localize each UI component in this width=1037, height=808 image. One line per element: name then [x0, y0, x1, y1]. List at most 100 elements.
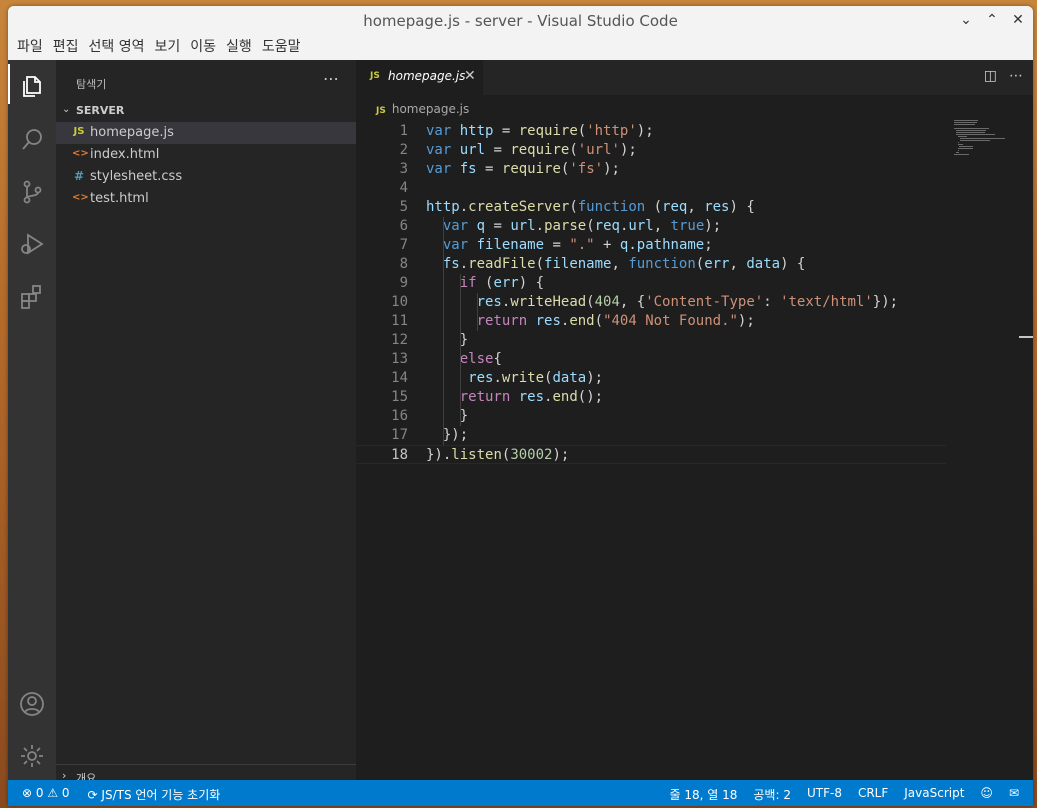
minimap-line	[956, 130, 986, 131]
line-number: 1	[399, 123, 408, 139]
minimap[interactable]	[952, 120, 1016, 160]
code-line[interactable]: 7 var filename = "." + q.pathname;	[356, 236, 946, 255]
menu-run[interactable]: 실행	[221, 36, 257, 60]
menu-file[interactable]: 파일	[12, 36, 48, 60]
code-line[interactable]: 6 var q = url.parse(req.url, true);	[356, 217, 946, 236]
js-file-icon: JS	[73, 126, 85, 137]
line-number: 16	[391, 408, 408, 424]
tab-label: homepage.js	[388, 69, 466, 83]
file-item-test-html[interactable]: <> test.html	[56, 188, 356, 210]
line-source: });	[426, 427, 469, 443]
account-icon[interactable]	[18, 690, 46, 718]
menu-bar: 파일 편집 선택 영역 보기 이동 실행 도움말	[8, 36, 1033, 60]
extensions-icon[interactable]	[18, 282, 46, 310]
line-source: res.write(data);	[468, 370, 604, 386]
line-source: var filename = "." + q.pathname;	[442, 237, 713, 253]
menu-go[interactable]: 이동	[185, 36, 221, 60]
breadcrumb[interactable]: JS homepage.js	[376, 102, 469, 116]
menu-help[interactable]: 도움말	[257, 36, 306, 60]
scrollbar-cursor-marker	[1019, 336, 1033, 338]
more-actions-icon[interactable]: ⋯	[323, 69, 340, 88]
code-line[interactable]: 2 var url = require('url');	[356, 141, 946, 160]
editor-area: JS homepage.js ✕ ◫ ⋯ JS homepage.js 1 var …	[356, 60, 1033, 780]
line-number: 8	[399, 256, 408, 272]
indent-guide	[443, 217, 444, 445]
explorer-sidebar: 탐색기 ⋯ ⌄ SERVER JS homepage.js <> index.h…	[56, 60, 356, 785]
code-line[interactable]: 16 }	[356, 407, 946, 426]
language-mode[interactable]: JavaScript	[904, 786, 964, 803]
code-line[interactable]: 4	[356, 179, 946, 198]
code-line[interactable]: 15 return res.end();	[356, 388, 946, 407]
line-number: 2	[399, 142, 408, 158]
cursor-position[interactable]: 줄 18, 열 18	[670, 786, 738, 803]
code-line[interactable]: 9 if (err) {	[356, 274, 946, 293]
vscode-window: homepage.js - server - Visual Studio Cod…	[8, 6, 1033, 806]
indent-guide	[460, 274, 461, 426]
line-source: var fs = require('fs');	[426, 161, 620, 177]
code-line[interactable]: 12 }	[356, 331, 946, 350]
close-tab-icon[interactable]: ✕	[464, 68, 476, 84]
line-source: }	[426, 332, 469, 348]
code-line[interactable]: 17 });	[356, 426, 946, 445]
language-init-status[interactable]: ⟳ JS/TS 언어 기능 초기화	[88, 786, 221, 803]
code-line[interactable]: 13 else{	[356, 350, 946, 369]
code-line[interactable]: 5 http.createServer(function (req, res) {	[356, 198, 946, 217]
menu-view[interactable]: 보기	[150, 36, 186, 60]
line-number: 17	[391, 427, 408, 443]
minimap-line	[958, 144, 963, 145]
more-actions-icon[interactable]: ⋯	[1009, 68, 1023, 84]
indentation[interactable]: 공백: 2	[753, 786, 791, 803]
file-item-index-html[interactable]: <> index.html	[56, 144, 356, 166]
file-item-homepage-js[interactable]: JS homepage.js	[56, 122, 356, 144]
code-line[interactable]: 8 fs.readFile(filename, function(err, da…	[356, 255, 946, 274]
close-window-icon[interactable]: ✕	[1009, 11, 1027, 29]
active-indicator	[8, 64, 10, 104]
code-line[interactable]: 14 res.write(data);	[356, 369, 946, 388]
files-icon[interactable]	[18, 72, 46, 100]
settings-gear-icon[interactable]	[18, 742, 46, 770]
maximize-icon[interactable]: ⌃	[983, 11, 1001, 29]
code-line[interactable]: 18}).listen(30002);	[356, 445, 946, 464]
line-source: return res.end("404 Not Found.");	[476, 313, 755, 329]
file-name: homepage.js	[90, 125, 174, 140]
menu-selection[interactable]: 선택 영역	[84, 36, 150, 60]
minimap-line	[954, 154, 970, 155]
minimap-line	[958, 150, 959, 151]
minimize-icon[interactable]: ⌄	[957, 11, 975, 29]
end-of-line[interactable]: CRLF	[858, 786, 888, 803]
line-number: 14	[391, 370, 408, 386]
line-source: var url = require('url');	[426, 142, 637, 158]
minimap-line	[958, 148, 974, 149]
problems-indicator[interactable]: ⊗ 0 ⚠ 0	[22, 786, 70, 803]
code-line[interactable]: 10 res.writeHead(404, {'Content-Type': '…	[356, 293, 946, 312]
minimap-line	[956, 152, 959, 153]
line-number: 11	[391, 313, 408, 329]
line-number: 7	[399, 237, 408, 253]
minimap-line	[959, 146, 974, 147]
html-file-icon: <>	[72, 148, 89, 159]
code-line[interactable]: 3 var fs = require('fs');	[356, 160, 946, 179]
line-source: res.writeHead(404, {'Content-Type': 'tex…	[476, 294, 899, 310]
line-number: 3	[399, 161, 408, 177]
code-line[interactable]: 1 var http = require('http');	[356, 122, 946, 141]
menu-edit[interactable]: 편집	[48, 36, 84, 60]
folder-header[interactable]: ⌄ SERVER	[56, 100, 356, 122]
run-debug-icon[interactable]	[18, 230, 46, 258]
minimap-line	[954, 124, 975, 125]
file-item-stylesheet-css[interactable]: # stylesheet.css	[56, 166, 356, 188]
code-line[interactable]: 11 return res.end("404 Not Found.");	[356, 312, 946, 331]
minimap-line	[960, 138, 1005, 139]
split-editor-icon[interactable]: ◫	[984, 68, 997, 84]
line-number: 18	[391, 447, 408, 463]
status-bar: ⊗ 0 ⚠ 0 ⟳ JS/TS 언어 기능 초기화 줄 18, 열 18 공백:…	[8, 780, 1033, 806]
js-file-icon: JS	[376, 106, 386, 116]
feedback-icon[interactable]: ☺	[980, 786, 993, 803]
source-control-icon[interactable]	[18, 178, 46, 206]
notifications-bell-icon[interactable]: ✉	[1009, 786, 1019, 803]
title-bar: homepage.js - server - Visual Studio Cod…	[8, 6, 1033, 37]
search-icon[interactable]	[18, 126, 46, 154]
line-number: 15	[391, 389, 408, 405]
encoding[interactable]: UTF-8	[807, 786, 842, 803]
tab-homepage-js[interactable]: JS homepage.js ✕	[356, 60, 483, 95]
line-number: 12	[391, 332, 408, 348]
